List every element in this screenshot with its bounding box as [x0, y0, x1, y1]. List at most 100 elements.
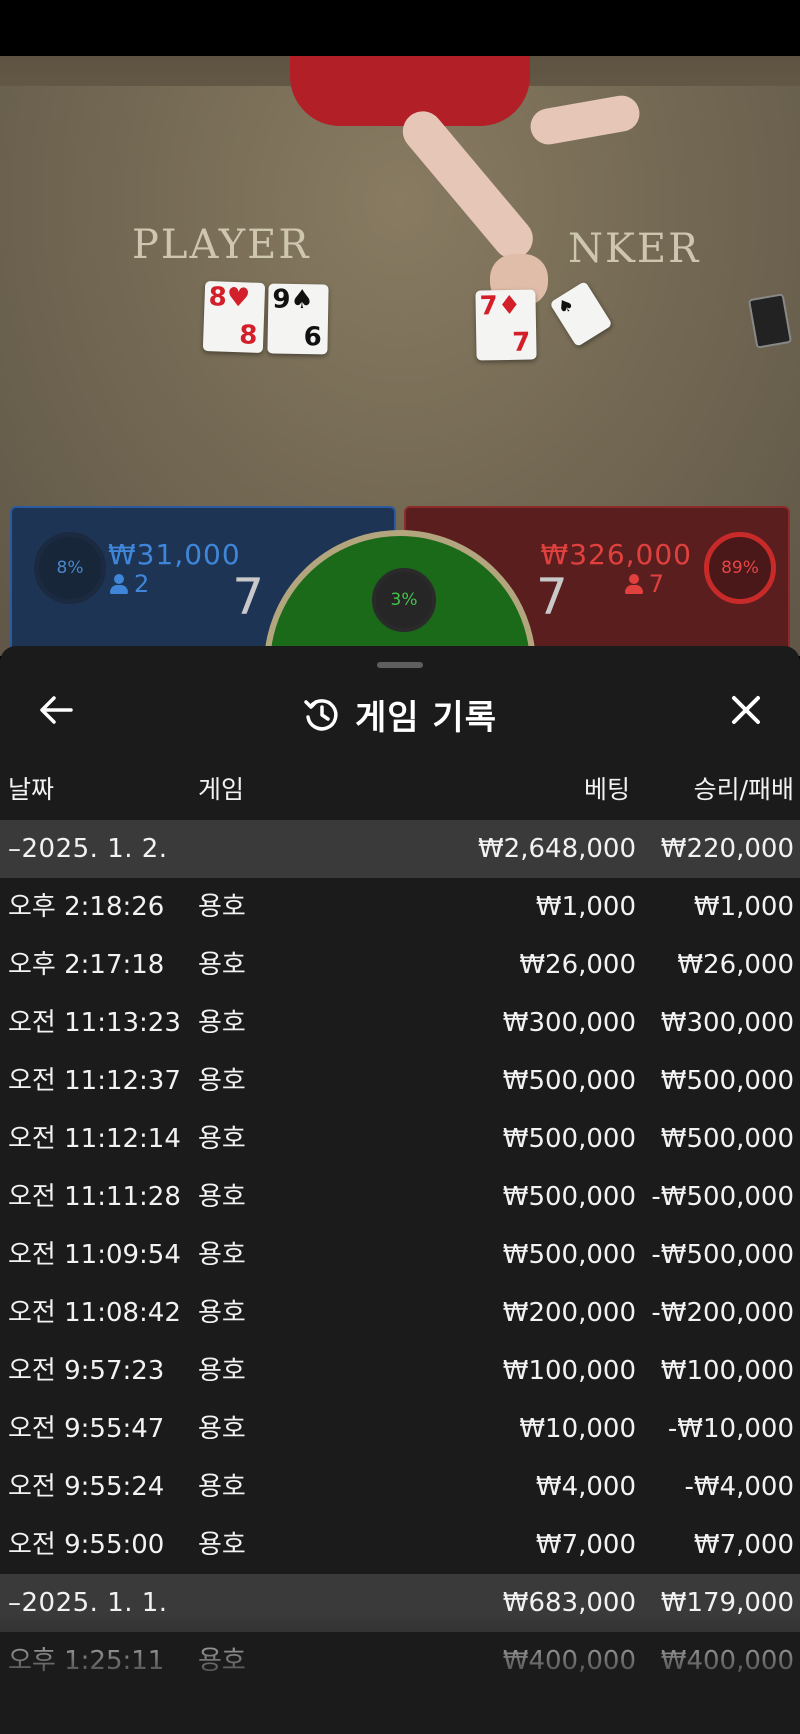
row-result: ₩500,000 [660, 1066, 794, 1096]
row-date: 오전 11:09:54 [8, 1240, 181, 1270]
history-row[interactable]: 오후 2:18:26 용호 ₩1,000 ₩1,000 [0, 878, 800, 936]
column-game: 게임 [198, 775, 245, 804]
row-date: 오후 2:17:18 [8, 950, 165, 980]
row-date: 오전 9:55:47 [8, 1414, 165, 1444]
row-bet: ₩4,000 [535, 1472, 636, 1502]
banker-bettor-count: 7 [624, 570, 664, 598]
row-bet: ₩500,000 [502, 1240, 636, 1270]
close-button[interactable] [722, 686, 770, 734]
banker-percent: 89% [721, 558, 759, 578]
row-date: –2025. 1. 2. [8, 834, 168, 864]
felt-player-label: PLAYER [132, 222, 311, 268]
card-rank: 6 [303, 322, 322, 353]
history-row[interactable]: 오전 11:08:42 용호 ₩200,000 -₩200,000 [0, 1284, 800, 1342]
row-result: ₩26,000 [677, 950, 794, 980]
row-date: 오전 11:12:37 [8, 1066, 181, 1096]
history-row[interactable]: 오전 11:11:28 용호 ₩500,000 -₩500,000 [0, 1168, 800, 1226]
row-bet: ₩500,000 [502, 1124, 636, 1154]
history-row[interactable]: 오후 2:17:18 용호 ₩26,000 ₩26,000 [0, 936, 800, 994]
column-bet: 베팅 [583, 775, 630, 804]
banker-card: 7♦ 7 [475, 289, 537, 361]
row-bet: ₩500,000 [502, 1182, 636, 1212]
history-row[interactable]: 오전 9:55:24 용호 ₩4,000 -₩4,000 [0, 1458, 800, 1516]
row-game: 용호 [198, 892, 246, 922]
row-result: ₩500,000 [660, 1124, 794, 1154]
row-game: 용호 [198, 1066, 246, 1096]
row-bet: ₩26,000 [519, 950, 636, 980]
banker-count-value: 7 [648, 570, 664, 598]
date-group-row[interactable]: –2025. 1. 2. ₩2,648,000 ₩220,000 [0, 820, 800, 878]
sheet-header: 게임 기록 [0, 676, 800, 746]
row-date: 오전 9:55:24 [8, 1472, 165, 1502]
close-icon [732, 696, 760, 724]
row-game: 용호 [198, 1008, 246, 1038]
row-result: ₩7,000 [693, 1530, 794, 1560]
card-rank: 8 [238, 320, 258, 351]
column-result: 승리/패배 [693, 775, 794, 804]
row-game: 용호 [198, 1472, 246, 1502]
row-date: 오전 11:08:42 [8, 1298, 181, 1328]
row-result: -₩200,000 [651, 1298, 794, 1328]
card-suit-icon: ♦ [497, 290, 522, 322]
row-bet: ₩10,000 [519, 1414, 636, 1444]
player-percent: 8% [56, 558, 84, 578]
row-game: 용호 [198, 1240, 246, 1270]
row-result: -₩500,000 [651, 1182, 794, 1212]
history-row[interactable]: 오전 9:55:47 용호 ₩10,000 -₩10,000 [0, 1400, 800, 1458]
banker-score: 7 [536, 568, 568, 626]
player-card: 9♠ 6 [267, 283, 329, 355]
banker-bet-amount: ₩326,000 [540, 538, 692, 571]
history-row[interactable]: 오전 9:55:00 용호 ₩7,000 ₩7,000 [0, 1516, 800, 1574]
player-bet-amount: ₩31,000 [108, 538, 241, 571]
row-bet: ₩1,000 [535, 892, 636, 922]
history-row[interactable]: 오전 9:57:23 용호 ₩100,000 ₩100,000 [0, 1342, 800, 1400]
row-bet: ₩500,000 [502, 1066, 636, 1096]
row-result: ₩300,000 [660, 1008, 794, 1038]
row-bet: ₩300,000 [502, 1008, 636, 1038]
felt-banker-label: NKER [568, 226, 701, 272]
row-result: -₩4,000 [684, 1472, 794, 1502]
sheet-title: 게임 기록 [355, 698, 497, 738]
row-date: 오후 2:18:26 [8, 892, 165, 922]
history-table: –2025. 1. 2. ₩2,648,000 ₩220,000 오후 2:18:26… [0, 820, 800, 1690]
status-bar [0, 0, 800, 56]
row-result: ₩220,000 [660, 834, 794, 864]
banker-percent-ring: 89% [704, 532, 776, 604]
row-date: 오전 11:11:28 [8, 1182, 181, 1212]
sheet-title-group: 게임 기록 [0, 690, 800, 739]
row-game: 용호 [198, 1414, 246, 1444]
row-date: 오전 11:13:23 [8, 1008, 181, 1038]
history-row[interactable]: 오전 11:12:37 용호 ₩500,000 ₩500,000 [0, 1052, 800, 1110]
player-score: 7 [232, 568, 264, 626]
column-date: 날짜 [8, 775, 55, 804]
row-bet: ₩200,000 [502, 1298, 636, 1328]
player-bettor-count: 2 [110, 570, 149, 598]
card-suit-icon: ♠ [553, 293, 579, 320]
history-row[interactable]: 오전 11:12:14 용호 ₩500,000 ₩500,000 [0, 1110, 800, 1168]
player-count-value: 2 [134, 570, 150, 598]
card-suit-icon: ♠ [290, 284, 314, 316]
row-bet: ₩2,648,000 [477, 834, 636, 864]
table-header: 날짜 게임 베팅 승리/패배 [0, 770, 800, 810]
tie-percent-ring: 3% [372, 568, 436, 632]
card-suit-icon: ♥ [226, 282, 251, 314]
sheet-drag-handle[interactable] [377, 662, 423, 668]
row-date: 오전 11:12:14 [8, 1124, 181, 1154]
game-history-sheet: 게임 기록 날짜 게임 베팅 승리/패배 –2025. 1. 2. ₩2,648,… [0, 646, 800, 1734]
row-game: 용호 [198, 1182, 246, 1212]
row-bet: ₩7,000 [535, 1530, 636, 1560]
history-row[interactable]: 오전 11:13:23 용호 ₩300,000 ₩300,000 [0, 994, 800, 1052]
person-icon [624, 574, 643, 594]
row-date: 오전 9:55:00 [8, 1530, 165, 1560]
history-icon [304, 698, 338, 731]
card-rank: 9 [272, 284, 291, 315]
card-rank: 8 [208, 282, 228, 313]
card-rank: 7 [511, 327, 531, 358]
history-row[interactable]: 오전 11:09:54 용호 ₩500,000 -₩500,000 [0, 1226, 800, 1284]
card-rank: 7 [479, 291, 499, 322]
row-game: 용호 [198, 1356, 246, 1386]
row-result: -₩10,000 [667, 1414, 794, 1444]
person-icon [110, 574, 128, 594]
row-date: 오전 9:57:23 [8, 1356, 165, 1386]
player-card: 8♥ 8 [202, 280, 266, 354]
